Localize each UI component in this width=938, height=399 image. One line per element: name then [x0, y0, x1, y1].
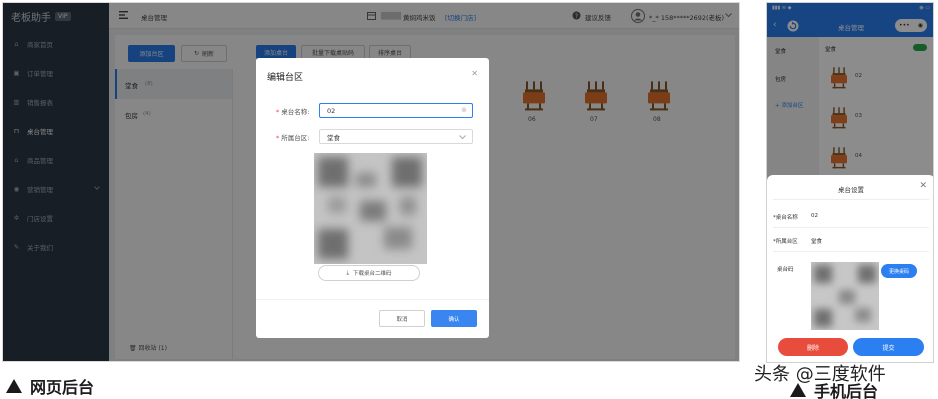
divider	[773, 251, 929, 252]
cancel-button[interactable]: 取消	[379, 310, 425, 327]
area-value: 堂食	[327, 133, 340, 142]
desktop-caption: 网页后台	[6, 374, 94, 398]
sheet-area-value[interactable]: 堂食	[811, 237, 822, 245]
qr-code-image	[314, 153, 427, 264]
sheet-code-label: 桌台码	[777, 267, 794, 273]
sheet-title: 桌台设置	[838, 186, 864, 194]
desktop-backstage: 老板助手 VIP ⌂ 商家首页 ▣ 订单管理 ▥ 销售报表 ⊓ 桌台管理 ⌂ 商品管理 ◉ 营销管理 ✲…	[2, 2, 740, 362]
download-label: 下载桌台二维码	[352, 271, 392, 277]
edit-table-modal: 编辑台区 ✕ * 桌台名称: 02 ⊗ * 所属台区: 堂食 ⤓ 下载桌台二维码…	[256, 58, 489, 338]
modal-divider	[256, 299, 489, 300]
chevron-down-icon	[459, 135, 466, 140]
sheet-name-value[interactable]: 02	[811, 213, 818, 219]
sheet-area-label: *所属台区	[773, 239, 798, 245]
delete-button[interactable]: 删除	[778, 338, 848, 356]
divider	[773, 227, 929, 228]
desktop-caption-text: 网页后台	[30, 378, 95, 397]
close-icon[interactable]: ✕	[471, 69, 478, 78]
area-select[interactable]: 堂食	[319, 129, 473, 144]
table-name-input[interactable]: 02 ⊗	[319, 103, 473, 118]
triangle-icon	[6, 379, 22, 393]
change-code-button[interactable]: 更换桌码	[881, 264, 917, 278]
confirm-button[interactable]: 确认	[431, 310, 477, 327]
download-icon: ⤓	[346, 269, 349, 276]
divider	[773, 199, 929, 200]
area-label: * 所属台区:	[276, 134, 310, 142]
modal-title: 编辑台区	[267, 73, 304, 83]
mobile-backstage: ▮▮▮ ≋ ◆ ◉ ▭ ‹ 桌台管理 ••• ◉ 堂食 包房 + 添加台区 堂食…	[766, 2, 934, 363]
watermark: 头条 @三度软件	[754, 364, 886, 385]
table-name-label: * 桌台名称:	[276, 108, 310, 116]
sheet-name-label: *桌台名称	[773, 215, 798, 221]
qr-code-image	[811, 262, 879, 330]
clear-icon[interactable]: ⊗	[461, 106, 467, 114]
submit-button[interactable]: 提交	[853, 338, 924, 356]
close-icon[interactable]: ✕	[919, 181, 927, 191]
table-settings-sheet: 桌台设置 ✕ *桌台名称 02 *所属台区 堂食 桌台码 更换桌码 删除 提交	[767, 175, 933, 362]
table-name-value: 02	[327, 106, 336, 115]
download-qr-button[interactable]: ⤓ 下载桌台二维码	[318, 265, 420, 281]
